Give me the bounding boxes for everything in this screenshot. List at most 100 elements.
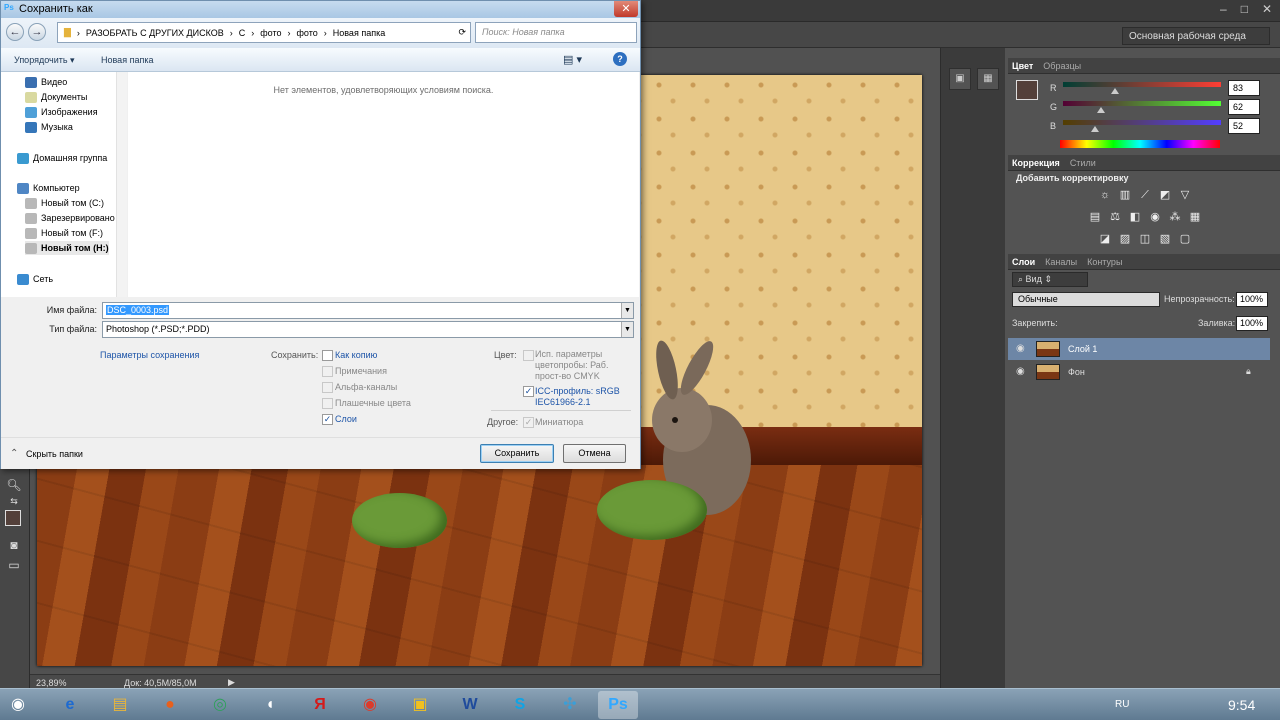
nav-item[interactable]: Зарезервировано xyxy=(25,211,115,225)
color-spectrum[interactable] xyxy=(1060,140,1220,148)
visibility-eye-icon[interactable]: ◉ xyxy=(1016,366,1028,378)
curves-icon[interactable]: ⟋ xyxy=(1138,188,1152,202)
save-option-checkbox[interactable]: ✓ xyxy=(322,414,333,425)
new-folder-button[interactable]: Новая папка xyxy=(101,55,153,65)
color-balance-icon[interactable]: ⚖ xyxy=(1108,210,1122,224)
fill-input[interactable]: 100% xyxy=(1236,316,1268,331)
view-options-icon[interactable]: ▤ ▾ xyxy=(563,53,582,66)
breadcrumb-item[interactable]: фото xyxy=(297,28,318,38)
save-option-checkbox[interactable] xyxy=(322,350,333,361)
icc-checkbox[interactable]: ✓ xyxy=(523,386,534,397)
status-menu-arrow-icon[interactable]: ▶ xyxy=(228,677,235,688)
back-arrow-icon[interactable]: ← xyxy=(6,23,24,41)
torrent-icon[interactable]: ◎ xyxy=(200,691,240,719)
nav-item[interactable]: Изображения xyxy=(25,105,98,119)
workspace-select[interactable]: Основная рабочая среда xyxy=(1122,27,1270,45)
forward-arrow-icon[interactable]: → xyxy=(28,23,46,41)
layer-row[interactable]: ◉ Слой 1 xyxy=(1008,338,1270,360)
filetype-select[interactable]: Photoshop (*.PSD;*.PDD) ▼ xyxy=(102,321,634,338)
slider-value-input[interactable]: 62 xyxy=(1228,99,1260,115)
exposure-icon[interactable]: ◩ xyxy=(1158,188,1172,202)
language-indicator[interactable]: RU xyxy=(1115,699,1129,710)
nav-scrollbar[interactable] xyxy=(116,72,127,297)
tab-styles[interactable]: Стили xyxy=(1070,158,1096,168)
skype-icon[interactable]: S xyxy=(500,691,540,719)
color-slider-green[interactable]: G 62 xyxy=(1008,99,1280,119)
nav-item[interactable]: Новый том (C:) xyxy=(25,196,104,210)
folder-icon[interactable]: ▣ xyxy=(400,691,440,719)
nav-item[interactable]: Сеть xyxy=(17,272,53,286)
blend-mode-select[interactable]: Обычные xyxy=(1012,292,1160,307)
start-button-icon[interactable]: ◉ xyxy=(0,691,36,719)
tab-channels[interactable]: Каналы xyxy=(1045,257,1077,267)
close-icon[interactable]: ✕ xyxy=(1262,2,1272,18)
nav-item[interactable]: Новый том (H:) xyxy=(25,241,109,255)
screen-mode-icon[interactable]: ▭ xyxy=(5,558,23,574)
refresh-icon[interactable]: ⟳ xyxy=(458,27,470,38)
organize-button[interactable]: Упорядочить ▾ xyxy=(14,55,75,66)
tab-paths[interactable]: Контуры xyxy=(1087,257,1122,267)
dropdown-arrow-icon[interactable]: ▼ xyxy=(621,303,633,318)
photo-filter-icon[interactable]: ◉ xyxy=(1148,210,1162,224)
save-button[interactable]: Сохранить xyxy=(480,444,554,463)
yandex-icon[interactable]: Я xyxy=(300,691,340,719)
channel-mixer-icon[interactable]: ⁂ xyxy=(1168,210,1182,224)
filename-input[interactable]: DSC_0003.psd ▼ xyxy=(102,302,634,319)
search-input[interactable]: Поиск: Новая папка xyxy=(475,22,637,43)
visibility-eye-icon[interactable]: ◉ xyxy=(1016,343,1028,355)
tab-layers[interactable]: Слои xyxy=(1012,257,1035,267)
zoom-level[interactable]: 23,89% xyxy=(36,678,67,688)
tab-swatches[interactable]: Образцы xyxy=(1043,61,1081,71)
nav-item[interactable]: Новый том (F:) xyxy=(25,226,103,240)
threshold-icon[interactable]: ◫ xyxy=(1138,232,1152,246)
invert-icon[interactable]: ◪ xyxy=(1098,232,1112,246)
file-explorer-icon[interactable]: ▤ xyxy=(100,691,140,719)
layer-row[interactable]: ◉ Фон 🔒︎ xyxy=(1008,361,1270,383)
slider-value-input[interactable]: 52 xyxy=(1228,118,1260,134)
close-icon[interactable]: ✕ xyxy=(614,1,638,17)
nav-item[interactable]: Документы xyxy=(25,90,87,104)
nav-item[interactable]: Музыка xyxy=(25,120,73,134)
quick-mask-icon[interactable]: ◙ xyxy=(5,538,23,554)
minimize-icon[interactable]: – xyxy=(1220,2,1227,18)
black-white-icon[interactable]: ◧ xyxy=(1128,210,1142,224)
nav-item[interactable]: Компьютер xyxy=(17,181,80,195)
nav-item[interactable]: Видео xyxy=(25,75,67,89)
color-slider-red[interactable]: R 83 xyxy=(1008,80,1280,100)
color-slider-blue[interactable]: B 52 xyxy=(1008,118,1280,138)
posterize-icon[interactable]: ▨ xyxy=(1118,232,1132,246)
levels-icon[interactable]: ▥ xyxy=(1118,188,1132,202)
vibrance-icon[interactable]: ▽ xyxy=(1178,188,1192,202)
foreground-color-swatch[interactable] xyxy=(5,510,21,526)
breadcrumb-item[interactable]: РАЗОБРАТЬ С ДРУГИХ ДИСКОВ xyxy=(86,28,224,38)
slider-track[interactable] xyxy=(1063,120,1221,125)
slider-thumb-icon[interactable] xyxy=(1096,107,1105,113)
network-app-icon[interactable]: ✣ xyxy=(550,691,590,719)
word-icon[interactable]: W xyxy=(450,691,490,719)
hide-folders-icon[interactable]: ⌃ xyxy=(10,448,18,459)
breadcrumb-item[interactable]: фото xyxy=(260,28,281,38)
color-lookup-icon[interactable]: ▦ xyxy=(1188,210,1202,224)
cancel-button[interactable]: Отмена xyxy=(563,444,626,463)
breadcrumb-item[interactable]: С xyxy=(239,28,246,38)
audio-icon[interactable]: ◖ xyxy=(250,691,290,719)
clock[interactable]: 9:54 xyxy=(1228,697,1255,713)
breadcrumb[interactable]: ▇ › РАЗОБРАТЬ С ДРУГИХ ДИСКОВ › С › фото › … xyxy=(57,22,471,43)
slider-value-input[interactable]: 83 xyxy=(1228,80,1260,96)
slider-thumb-icon[interactable] xyxy=(1111,88,1120,94)
gradient-map-icon[interactable]: ▧ xyxy=(1158,232,1172,246)
breadcrumb-item[interactable]: Новая папка xyxy=(333,28,385,38)
chrome-icon[interactable]: ◉ xyxy=(350,691,390,719)
zoom-tool-icon[interactable]: 🔍︎ xyxy=(5,478,23,494)
maximize-icon[interactable]: □ xyxy=(1241,2,1248,18)
hue-saturation-icon[interactable]: ▤ xyxy=(1088,210,1102,224)
actions-panel-icon[interactable]: ▦ xyxy=(977,68,999,90)
slider-track[interactable] xyxy=(1063,101,1221,106)
hide-folders-button[interactable]: Скрыть папки xyxy=(26,449,83,459)
tab-color[interactable]: Цвет xyxy=(1012,61,1033,71)
file-list[interactable]: Нет элементов, удовлетворяющих условиям … xyxy=(128,72,639,297)
slider-track[interactable] xyxy=(1063,82,1221,87)
layer-filter-select[interactable]: ⌕ Вид ⇕ xyxy=(1012,272,1088,287)
internet-explorer-icon[interactable]: e xyxy=(50,691,90,719)
help-icon[interactable]: ? xyxy=(613,52,627,66)
